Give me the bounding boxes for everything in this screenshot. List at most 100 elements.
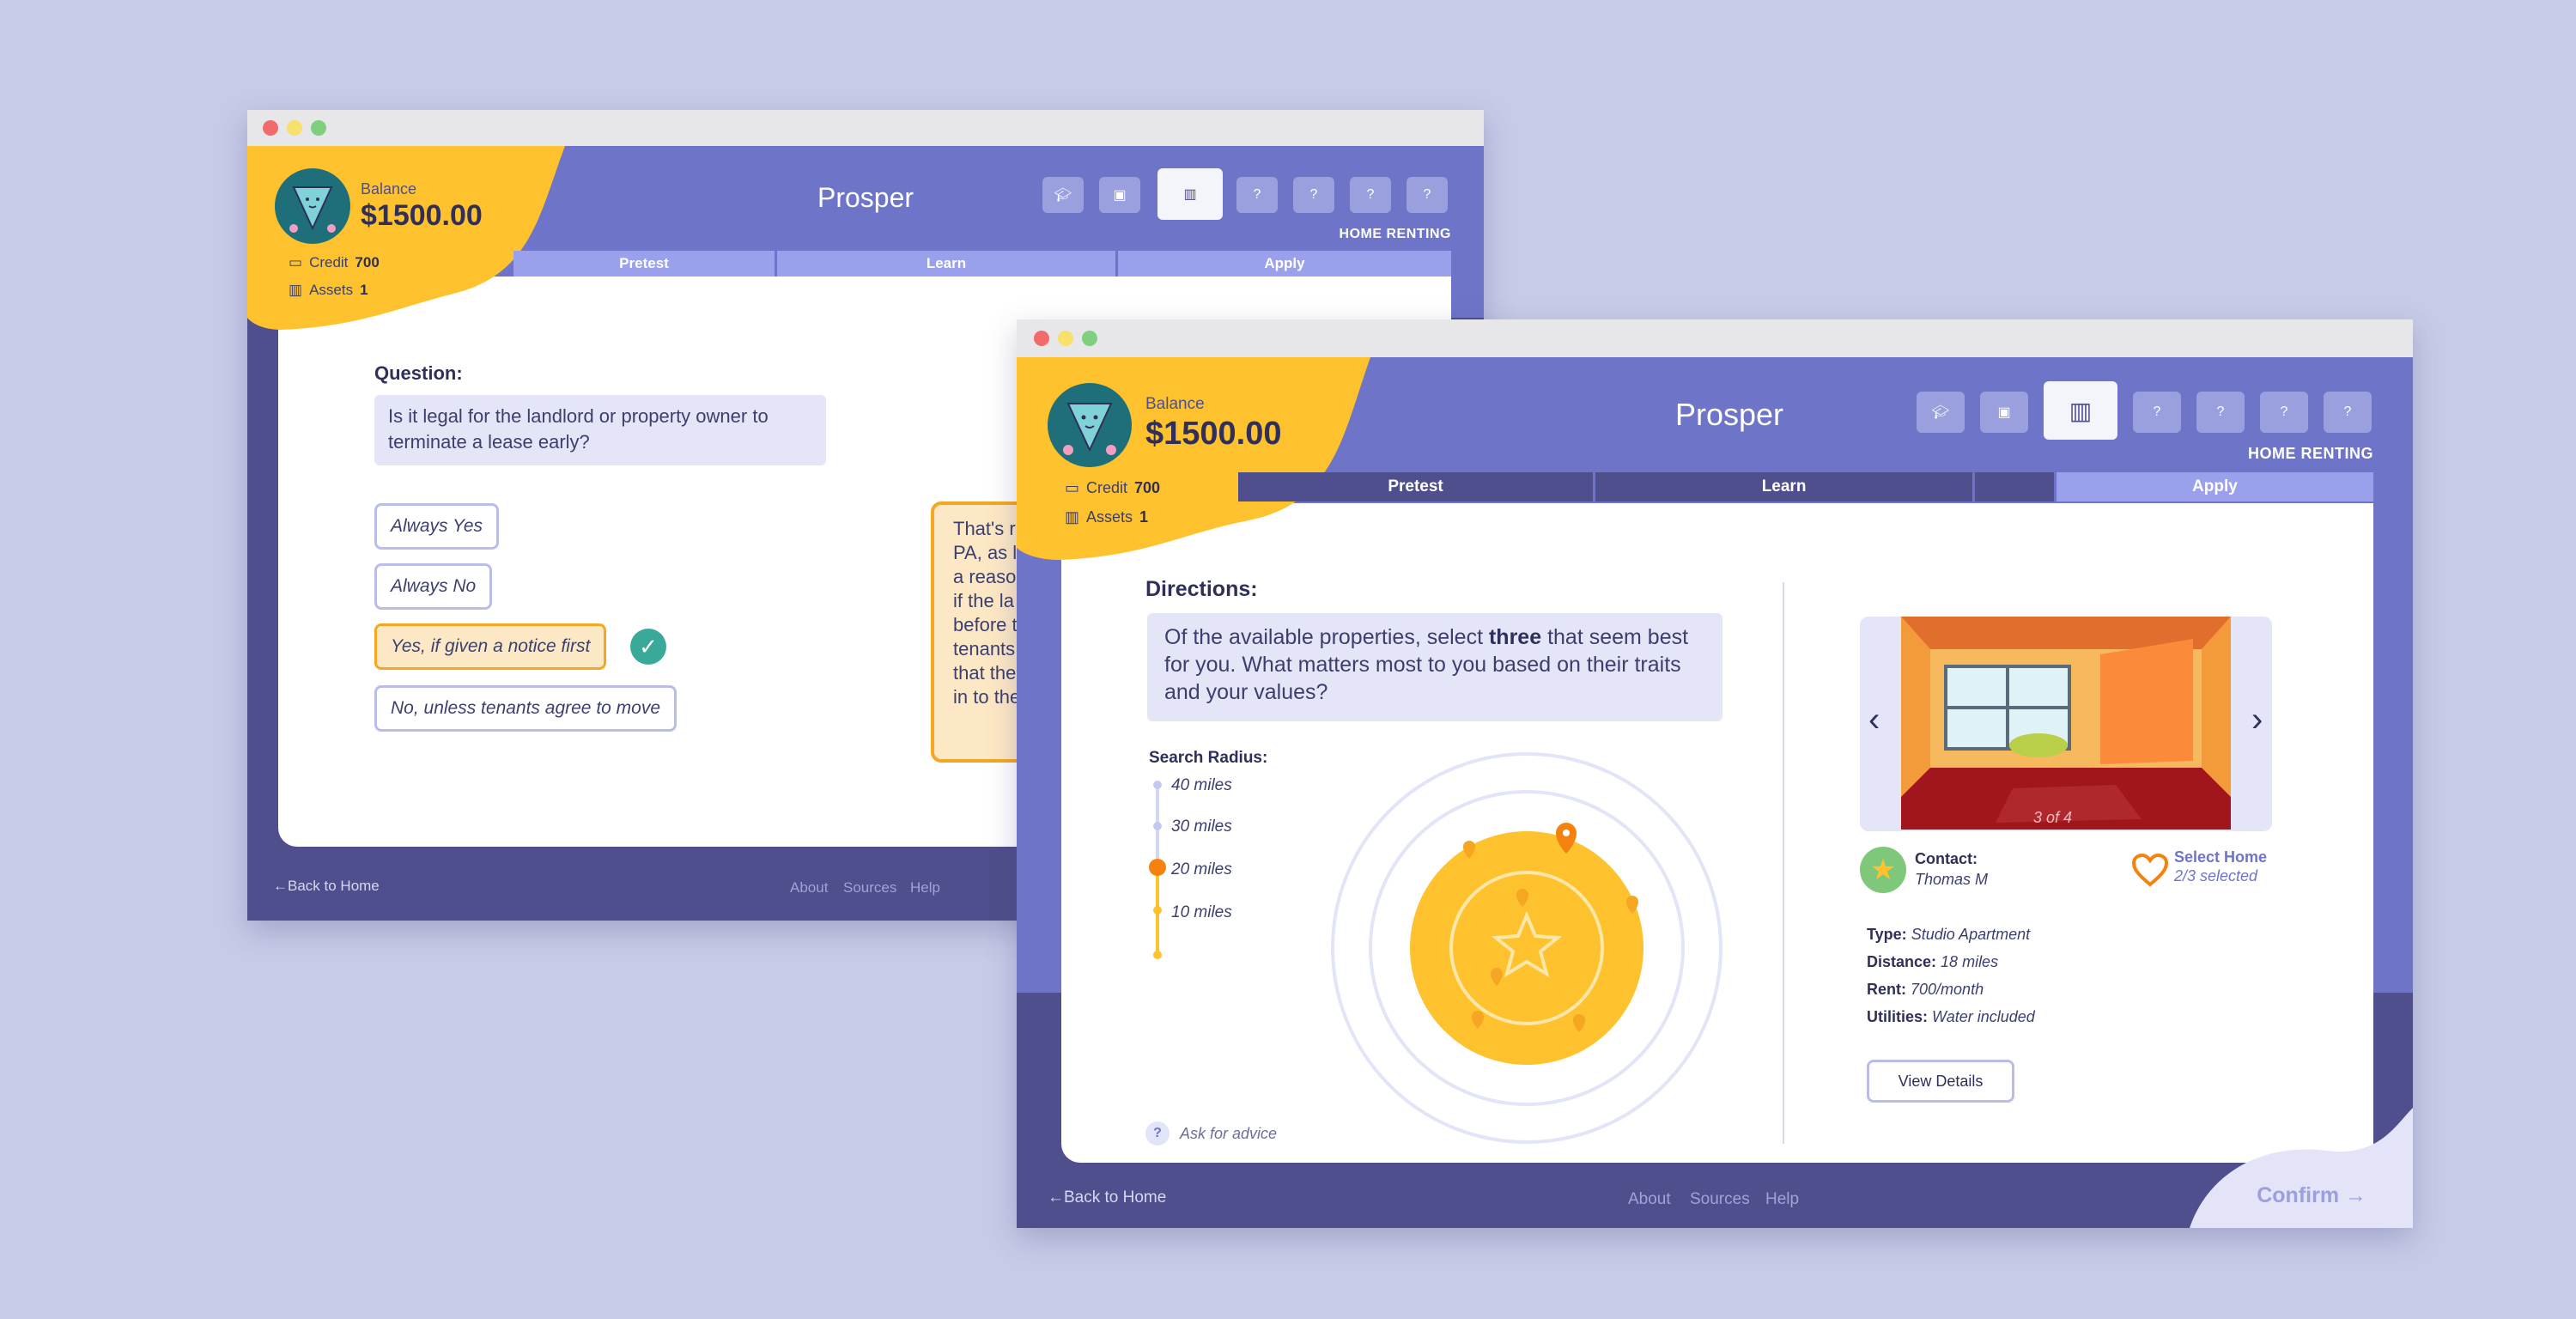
nav-locked-1[interactable]: ? (1236, 177, 1278, 213)
minimize-dot[interactable] (287, 120, 302, 136)
close-dot[interactable] (263, 120, 278, 136)
carousel-prev-button[interactable]: ‹ (1868, 701, 1880, 739)
star-face-icon: ★ (1869, 854, 1897, 886)
assets-stat: ▥ Assets 1 (1065, 508, 1148, 526)
window-titlebar (247, 110, 1484, 146)
confirm-button[interactable]: Confirm → (2257, 1183, 2366, 1208)
contact-avatar: ★ (1860, 847, 1906, 893)
radius-option[interactable]: 40 miles (1171, 776, 1232, 795)
briefcase-icon: ▣ (1113, 188, 1127, 203)
detail-row: Type: Studio Apartment (1867, 926, 2030, 944)
tab-apply-active[interactable]: Apply (2056, 472, 2374, 501)
tab-pretest[interactable]: Pretest (513, 251, 775, 277)
avatar (1048, 383, 1132, 467)
heart-icon (2131, 854, 2169, 887)
about-link[interactable]: About (790, 879, 828, 897)
nav-locked-1[interactable]: ? (2133, 392, 2181, 433)
buildings-icon: ▥ (1183, 187, 1197, 202)
answer-option[interactable]: Always Yes (374, 503, 499, 550)
radius-slider[interactable] (1149, 778, 1166, 976)
nav-locked-2[interactable]: ? (1293, 177, 1334, 213)
search-radius-label: Search Radius: (1149, 749, 1268, 767)
view-details-button[interactable]: View Details (1867, 1060, 2014, 1103)
nav-housing-button[interactable]: ▥ (1157, 168, 1223, 220)
credit-value: 700 (355, 254, 380, 270)
answer-option[interactable]: No, unless tenants agree to move (374, 685, 677, 732)
answer-option[interactable]: Always No (374, 563, 493, 610)
directions-heading: Directions: (1145, 577, 1258, 601)
select-home-label: Select Home (2174, 848, 2268, 866)
checkmark-icon: ✓ (630, 629, 666, 665)
nav-learn-button[interactable]: 🎓︎ (1042, 177, 1084, 213)
assets-label: Assets (1086, 508, 1133, 526)
detail-key: Rent: (1867, 981, 1906, 998)
nav-locked-3[interactable]: ? (1350, 177, 1391, 213)
question-heading: Question: (374, 362, 463, 384)
select-home-button[interactable]: Select Home 2/3 selected (2131, 848, 2277, 893)
radius-option-selected[interactable]: 20 miles (1171, 860, 1232, 879)
buildings-icon: ▥ (2069, 397, 2093, 424)
close-dot[interactable] (1034, 331, 1049, 346)
confirm-wave (2190, 1108, 2413, 1228)
tab-learn[interactable]: Learn (1595, 472, 1973, 501)
carousel-counter: 3 of 4 (2033, 809, 2073, 826)
sources-link[interactable]: Sources (1690, 1190, 1750, 1209)
detail-row: Distance: 18 miles (1867, 953, 1998, 971)
app-frame: Balance $1500.00 ▭ Credit 700 ▥ Assets 1… (1017, 357, 2413, 1228)
detail-key: Distance: (1867, 953, 1937, 970)
nav-locked-4[interactable]: ? (1406, 177, 1448, 213)
answer-label: Always Yes (391, 516, 483, 536)
tab-bar: Pretest Learn Apply (1238, 472, 2374, 501)
radius-option[interactable]: 10 miles (1171, 903, 1232, 922)
briefcase-icon: ▣ (1997, 405, 2011, 420)
back-to-home-link[interactable]: ←Back to Home (1048, 1188, 1166, 1207)
tab-apply[interactable]: Apply (1118, 251, 1451, 277)
detail-value: 18 miles (1941, 953, 1999, 970)
nav-housing-button[interactable]: ▥ (2044, 381, 2117, 440)
balance-value: $1500.00 (361, 199, 483, 232)
credit-value: 700 (1134, 479, 1161, 496)
radius-map[interactable] (1329, 751, 1724, 1146)
tab-spacer (1975, 472, 2054, 501)
assets-value: 1 (1139, 508, 1149, 526)
app-title: Prosper (1674, 397, 1784, 432)
about-link[interactable]: About (1628, 1190, 1671, 1209)
help-link[interactable]: Help (910, 879, 940, 897)
credit-stat: ▭ Credit 700 (1065, 479, 1160, 497)
directions-text: Of the available properties, select thre… (1147, 613, 1722, 721)
contact-label: Contact: (1915, 850, 1978, 867)
carousel-next-button[interactable]: › (2251, 701, 2263, 739)
detail-row: Rent: 700/month (1867, 981, 1984, 999)
nav-career-button[interactable]: ▣ (1980, 392, 2028, 433)
sources-link[interactable]: Sources (843, 879, 896, 897)
detail-value: Water included (1932, 1008, 2035, 1025)
question-text: Is it legal for the landlord or property… (374, 395, 826, 465)
nav-locked-2[interactable]: ? (2196, 392, 2245, 433)
section-label: HOME RENTING (1339, 227, 1451, 241)
ask-advice-button[interactable]: ? Ask for advice (1145, 1121, 1277, 1146)
directions-pre: Of the available properties, select (1164, 625, 1489, 649)
maximize-dot[interactable] (1082, 331, 1097, 346)
back-to-home-link[interactable]: ←Back to Home (273, 878, 380, 895)
detail-key: Type: (1867, 926, 1907, 943)
question-icon: ? (1145, 1121, 1170, 1146)
tab-pretest[interactable]: Pretest (1238, 472, 1594, 501)
nav-career-button[interactable]: ▣ (1099, 177, 1140, 213)
directions-bold: three (1488, 625, 1542, 649)
nav-learn-button[interactable]: 🎓︎ (1917, 392, 1965, 433)
balance-value: $1500.00 (1145, 416, 1282, 452)
credit-card-icon: ▭ (1065, 479, 1080, 496)
section-label: HOME RENTING (2247, 445, 2373, 462)
maximize-dot[interactable] (311, 120, 326, 136)
answer-label: Yes, if given a notice first (391, 636, 591, 656)
radius-option[interactable]: 30 miles (1171, 818, 1232, 836)
nav-locked-4[interactable]: ? (2324, 392, 2372, 433)
help-link[interactable]: Help (1765, 1190, 1799, 1209)
property-image (1901, 617, 2231, 830)
detail-row: Utilities: Water included (1867, 1008, 2035, 1026)
tab-learn[interactable]: Learn (777, 251, 1115, 277)
nav-locked-3[interactable]: ? (2260, 392, 2308, 433)
credit-card-icon: ▭ (289, 254, 303, 270)
minimize-dot[interactable] (1058, 331, 1073, 346)
answer-option-selected[interactable]: Yes, if given a notice first (374, 623, 607, 670)
